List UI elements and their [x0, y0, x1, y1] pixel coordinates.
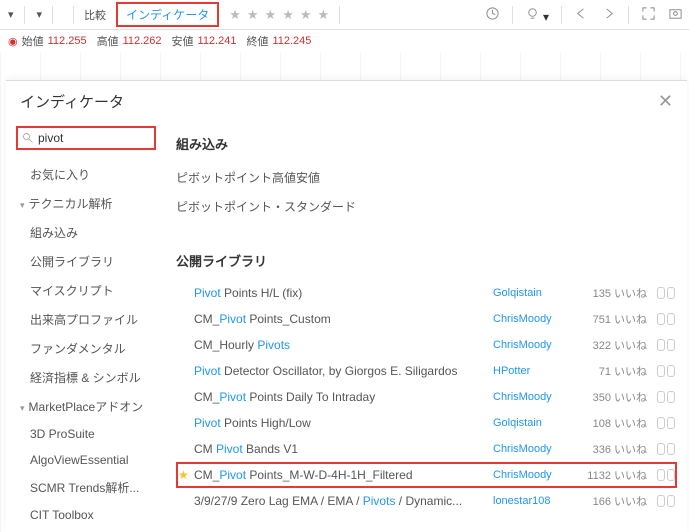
- result-actions[interactable]: [647, 469, 675, 481]
- result-row[interactable]: Pivot Points H/L (fix)Golqistain135 いいね: [176, 280, 677, 306]
- favorite-stars[interactable]: ★★★★★★: [229, 7, 329, 23]
- result-row[interactable]: CM_Pivot Points Daily To IntradayChrisMo…: [176, 384, 677, 410]
- result-likes: 336 いいね: [583, 441, 647, 457]
- sidebar-mp3[interactable]: SCMR Trends解析...: [16, 473, 156, 502]
- result-name: CM_Pivot Points_M-W-D-4H-1H_Filtered: [194, 468, 493, 482]
- result-name: CM Pivot Bands V1: [194, 442, 493, 456]
- close-icon[interactable]: ✕: [658, 91, 673, 112]
- dialog-sidebar: ✕ お気に入り テクニカル解析 組み込み 公開ライブラリ マイスクリプト 出来高…: [6, 120, 166, 532]
- result-author[interactable]: ChrisMoody: [493, 391, 583, 403]
- result-author[interactable]: ChrisMoody: [493, 313, 583, 325]
- result-author[interactable]: Golqistain: [493, 417, 583, 429]
- fullscreen-icon[interactable]: [641, 6, 656, 24]
- search-input[interactable]: [36, 130, 150, 146]
- dialog-main: 組み込み ピボットポイント高値安値ピボットポイント・スタンダード 公開ライブラリ…: [166, 120, 687, 532]
- result-likes: 71 いいね: [583, 363, 647, 379]
- public-section-title: 公開ライブラリ: [176, 251, 677, 270]
- result-name: CM_Hourly Pivots: [194, 338, 493, 352]
- result-author[interactable]: ChrisMoody: [493, 339, 583, 351]
- favorite-star-icon[interactable]: ★: [178, 468, 194, 482]
- indicator-button[interactable]: インディケータ: [116, 2, 219, 27]
- result-row[interactable]: 3/9/27/9 Zero Lag EMA / EMA / Pivots / D…: [176, 488, 677, 514]
- builtin-item[interactable]: ピボットポイント・スタンダード: [176, 192, 677, 221]
- result-actions[interactable]: [647, 443, 675, 455]
- result-author[interactable]: Golqistain: [493, 287, 583, 299]
- result-name: Pivot Points H/L (fix): [194, 286, 493, 300]
- result-likes: 751 いいね: [583, 311, 647, 327]
- sidebar-group-market[interactable]: MarketPlaceアドオン: [16, 392, 156, 421]
- builtin-section-title: 組み込み: [176, 134, 677, 153]
- result-actions[interactable]: [647, 287, 675, 299]
- sidebar-volume[interactable]: 出来高プロファイル: [16, 305, 156, 334]
- sidebar-favorites[interactable]: お気に入り: [16, 160, 156, 189]
- result-actions[interactable]: [647, 495, 675, 507]
- result-author[interactable]: HPotter: [493, 365, 583, 377]
- sidebar-public[interactable]: 公開ライブラリ: [16, 247, 156, 276]
- indicator-dialog: インディケータ ✕ ✕ お気に入り テクニカル解析 組み込み 公開ライブラリ マ…: [6, 80, 687, 532]
- result-actions[interactable]: [647, 339, 675, 351]
- result-likes: 135 いいね: [583, 285, 647, 301]
- result-name: 3/9/27/9 Zero Lag EMA / EMA / Pivots / D…: [194, 494, 493, 508]
- ohlc-bar: ◉ 始値112.255 高値112.262 安値112.241 終値112.24…: [0, 30, 689, 52]
- result-actions[interactable]: [647, 365, 675, 377]
- result-row[interactable]: Pivot Points High/LowGolqistain108 いいね: [176, 410, 677, 436]
- undo-icon[interactable]: [574, 6, 589, 24]
- sidebar-econ[interactable]: 経済指標 & シンボル: [16, 363, 156, 392]
- result-actions[interactable]: [647, 313, 675, 325]
- alert-icon[interactable]: [485, 6, 500, 24]
- camera-icon[interactable]: [668, 6, 683, 24]
- result-likes: 350 いいね: [583, 389, 647, 405]
- result-likes: 166 いいね: [583, 493, 647, 509]
- result-author[interactable]: lonestar108: [493, 495, 583, 507]
- sidebar-builtin[interactable]: 組み込み: [16, 218, 156, 247]
- result-name: Pivot Points High/Low: [194, 416, 493, 430]
- rss-icon: ◉: [8, 35, 18, 48]
- bulb-icon[interactable]: ▾: [525, 6, 549, 24]
- search-icon: [22, 132, 34, 144]
- sidebar-group-tech[interactable]: テクニカル解析: [16, 189, 156, 218]
- builtin-item[interactable]: ピボットポイント高値安値: [176, 163, 677, 192]
- result-name: CM_Pivot Points Daily To Intraday: [194, 390, 493, 404]
- result-actions[interactable]: [647, 391, 675, 403]
- interval-icon[interactable]: ▾: [6, 8, 14, 21]
- redo-icon[interactable]: [601, 6, 616, 24]
- search-input-wrap[interactable]: ✕: [16, 126, 156, 150]
- result-author[interactable]: ChrisMoody: [493, 443, 583, 455]
- sidebar-fundamental[interactable]: ファンダメンタル: [16, 334, 156, 363]
- result-actions[interactable]: [647, 417, 675, 429]
- sidebar-mp4[interactable]: CIT Toolbox: [16, 502, 156, 528]
- result-name: Pivot Detector Oscillator, by Giorgos E.…: [194, 364, 493, 378]
- candle-icon[interactable]: ▾: [35, 8, 43, 21]
- main-toolbar: ▾ ▾ 比較 インディケータ ★★★★★★ ▾: [0, 0, 689, 30]
- result-row[interactable]: CM_Hourly PivotsChrisMoody322 いいね: [176, 332, 677, 358]
- sidebar-mp2[interactable]: AlgoViewEssential: [16, 447, 156, 473]
- result-row[interactable]: CM Pivot Bands V1ChrisMoody336 いいね: [176, 436, 677, 462]
- result-name: CM_Pivot Points_Custom: [194, 312, 493, 326]
- result-row[interactable]: CM_Pivot Points_CustomChrisMoody751 いいね: [176, 306, 677, 332]
- sidebar-myscripts[interactable]: マイスクリプト: [16, 276, 156, 305]
- sidebar-mp1[interactable]: 3D ProSuite: [16, 421, 156, 447]
- result-likes: 108 いいね: [583, 415, 647, 431]
- sidebar-mp5[interactable]: DecisionBar: [16, 528, 156, 532]
- compare-button[interactable]: 比較: [84, 7, 106, 23]
- result-row[interactable]: ★CM_Pivot Points_M-W-D-4H-1H_FilteredChr…: [176, 462, 677, 488]
- result-author[interactable]: ChrisMoody: [493, 469, 583, 481]
- dialog-title: インディケータ: [20, 91, 124, 112]
- result-row[interactable]: Pivot Detector Oscillator, by Giorgos E.…: [176, 358, 677, 384]
- result-likes: 322 いいね: [583, 337, 647, 353]
- result-likes: 1132 いいね: [583, 467, 647, 483]
